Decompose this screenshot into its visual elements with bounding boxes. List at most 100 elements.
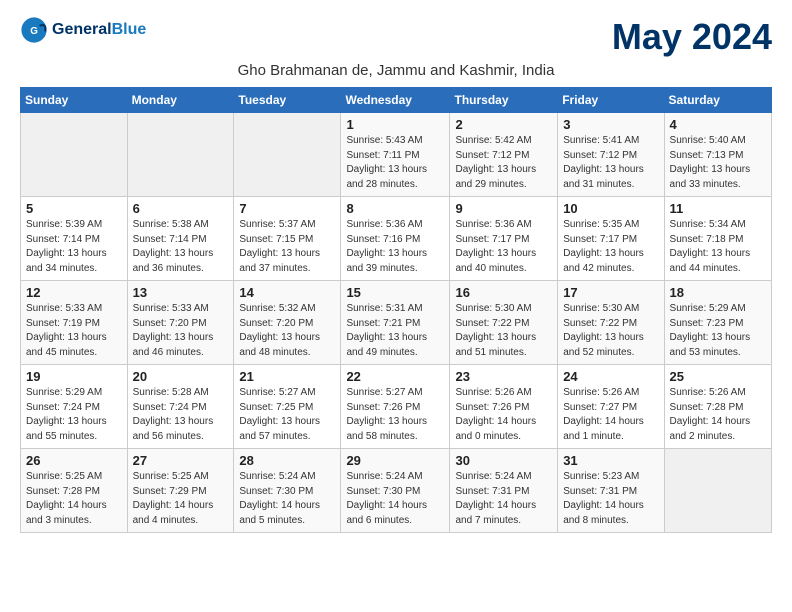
subtitle: Gho Brahmanan de, Jammu and Kashmir, Ind… bbox=[20, 62, 772, 79]
day-number: 3 bbox=[563, 117, 658, 132]
calendar: SundayMondayTuesdayWednesdayThursdayFrid… bbox=[20, 87, 772, 533]
day-info: Sunrise: 5:30 AMSunset: 7:22 PMDaylight:… bbox=[563, 302, 658, 360]
calendar-cell: 21 Sunrise: 5:27 AMSunset: 7:25 PMDayligh… bbox=[234, 365, 341, 449]
day-number: 14 bbox=[239, 285, 335, 300]
day-number: 15 bbox=[346, 285, 444, 300]
day-info: Sunrise: 5:28 AMSunset: 7:24 PMDaylight:… bbox=[133, 386, 229, 444]
day-info: Sunrise: 5:32 AMSunset: 7:20 PMDaylight:… bbox=[239, 302, 335, 360]
day-info: Sunrise: 5:43 AMSunset: 7:11 PMDaylight:… bbox=[346, 134, 444, 192]
day-info: Sunrise: 5:23 AMSunset: 7:31 PMDaylight:… bbox=[563, 470, 658, 528]
day-info: Sunrise: 5:38 AMSunset: 7:14 PMDaylight:… bbox=[133, 218, 229, 276]
month-title: May 2024 bbox=[612, 16, 772, 58]
day-info: Sunrise: 5:33 AMSunset: 7:19 PMDaylight:… bbox=[26, 302, 122, 360]
calendar-cell: 20 Sunrise: 5:28 AMSunset: 7:24 PMDayligh… bbox=[127, 365, 234, 449]
calendar-cell bbox=[21, 113, 128, 197]
day-info: Sunrise: 5:31 AMSunset: 7:21 PMDaylight:… bbox=[346, 302, 444, 360]
day-number: 9 bbox=[455, 201, 552, 216]
day-of-week-header: Monday bbox=[127, 88, 234, 113]
day-number: 11 bbox=[670, 201, 766, 216]
calendar-cell: 25 Sunrise: 5:26 AMSunset: 7:28 PMDayligh… bbox=[664, 365, 771, 449]
day-info: Sunrise: 5:24 AMSunset: 7:31 PMDaylight:… bbox=[455, 470, 552, 528]
logo-general: General bbox=[52, 21, 112, 38]
day-info: Sunrise: 5:42 AMSunset: 7:12 PMDaylight:… bbox=[455, 134, 552, 192]
day-number: 17 bbox=[563, 285, 658, 300]
day-info: Sunrise: 5:27 AMSunset: 7:26 PMDaylight:… bbox=[346, 386, 444, 444]
day-of-week-header: Saturday bbox=[664, 88, 771, 113]
day-number: 27 bbox=[133, 453, 229, 468]
day-info: Sunrise: 5:30 AMSunset: 7:22 PMDaylight:… bbox=[455, 302, 552, 360]
day-info: Sunrise: 5:34 AMSunset: 7:18 PMDaylight:… bbox=[670, 218, 766, 276]
day-of-week-header: Thursday bbox=[450, 88, 558, 113]
day-number: 4 bbox=[670, 117, 766, 132]
day-of-week-header: Sunday bbox=[21, 88, 128, 113]
day-info: Sunrise: 5:27 AMSunset: 7:25 PMDaylight:… bbox=[239, 386, 335, 444]
calendar-cell: 7 Sunrise: 5:37 AMSunset: 7:15 PMDaylight… bbox=[234, 197, 341, 281]
logo: G GeneralBlue bbox=[20, 16, 146, 44]
day-info: Sunrise: 5:37 AMSunset: 7:15 PMDaylight:… bbox=[239, 218, 335, 276]
day-number: 6 bbox=[133, 201, 229, 216]
day-number: 1 bbox=[346, 117, 444, 132]
calendar-cell: 2 Sunrise: 5:42 AMSunset: 7:12 PMDaylight… bbox=[450, 113, 558, 197]
calendar-cell bbox=[127, 113, 234, 197]
calendar-cell: 23Sunrise: 5:26 AMSunset: 7:26 PMDayligh… bbox=[450, 365, 558, 449]
day-number: 18 bbox=[670, 285, 766, 300]
day-of-week-header: Tuesday bbox=[234, 88, 341, 113]
calendar-cell: 3 Sunrise: 5:41 AMSunset: 7:12 PMDaylight… bbox=[558, 113, 664, 197]
calendar-cell: 22 Sunrise: 5:27 AMSunset: 7:26 PMDayligh… bbox=[341, 365, 450, 449]
day-number: 5 bbox=[26, 201, 122, 216]
calendar-cell: 12Sunrise: 5:33 AMSunset: 7:19 PMDayligh… bbox=[21, 281, 128, 365]
day-info: Sunrise: 5:40 AMSunset: 7:13 PMDaylight:… bbox=[670, 134, 766, 192]
calendar-cell: 6 Sunrise: 5:38 AMSunset: 7:14 PMDaylight… bbox=[127, 197, 234, 281]
day-number: 16 bbox=[455, 285, 552, 300]
svg-text:G: G bbox=[30, 26, 38, 37]
day-number: 2 bbox=[455, 117, 552, 132]
day-info: Sunrise: 5:26 AMSunset: 7:27 PMDaylight:… bbox=[563, 386, 658, 444]
day-number: 28 bbox=[239, 453, 335, 468]
day-number: 22 bbox=[346, 369, 444, 384]
day-info: Sunrise: 5:36 AMSunset: 7:16 PMDaylight:… bbox=[346, 218, 444, 276]
day-number: 13 bbox=[133, 285, 229, 300]
day-number: 10 bbox=[563, 201, 658, 216]
calendar-cell: 24 Sunrise: 5:26 AMSunset: 7:27 PMDayligh… bbox=[558, 365, 664, 449]
calendar-cell: 29Sunrise: 5:24 AMSunset: 7:30 PMDayligh… bbox=[341, 449, 450, 533]
calendar-cell: 27 Sunrise: 5:25 AMSunset: 7:29 PMDayligh… bbox=[127, 449, 234, 533]
calendar-cell: 13 Sunrise: 5:33 AMSunset: 7:20 PMDayligh… bbox=[127, 281, 234, 365]
day-info: Sunrise: 5:29 AMSunset: 7:23 PMDaylight:… bbox=[670, 302, 766, 360]
day-number: 7 bbox=[239, 201, 335, 216]
day-number: 8 bbox=[346, 201, 444, 216]
day-number: 24 bbox=[563, 369, 658, 384]
calendar-cell: 8 Sunrise: 5:36 AMSunset: 7:16 PMDaylight… bbox=[341, 197, 450, 281]
day-number: 31 bbox=[563, 453, 658, 468]
calendar-cell: 16 Sunrise: 5:30 AMSunset: 7:22 PMDayligh… bbox=[450, 281, 558, 365]
calendar-cell: 18 Sunrise: 5:29 AMSunset: 7:23 PMDayligh… bbox=[664, 281, 771, 365]
day-info: Sunrise: 5:33 AMSunset: 7:20 PMDaylight:… bbox=[133, 302, 229, 360]
calendar-cell: 10 Sunrise: 5:35 AMSunset: 7:17 PMDayligh… bbox=[558, 197, 664, 281]
day-info: Sunrise: 5:35 AMSunset: 7:17 PMDaylight:… bbox=[563, 218, 658, 276]
day-of-week-header: Wednesday bbox=[341, 88, 450, 113]
day-info: Sunrise: 5:25 AMSunset: 7:29 PMDaylight:… bbox=[133, 470, 229, 528]
calendar-cell bbox=[234, 113, 341, 197]
logo-icon: G bbox=[20, 16, 48, 44]
logo-blue: Blue bbox=[112, 21, 147, 38]
day-number: 25 bbox=[670, 369, 766, 384]
calendar-cell: 14 Sunrise: 5:32 AMSunset: 7:20 PMDayligh… bbox=[234, 281, 341, 365]
calendar-cell: 4 Sunrise: 5:40 AMSunset: 7:13 PMDaylight… bbox=[664, 113, 771, 197]
calendar-cell: 1 Sunrise: 5:43 AMSunset: 7:11 PMDaylight… bbox=[341, 113, 450, 197]
day-info: Sunrise: 5:26 AMSunset: 7:28 PMDaylight:… bbox=[670, 386, 766, 444]
day-number: 20 bbox=[133, 369, 229, 384]
day-info: Sunrise: 5:39 AMSunset: 7:14 PMDaylight:… bbox=[26, 218, 122, 276]
calendar-cell: 26 Sunrise: 5:25 AMSunset: 7:28 PMDayligh… bbox=[21, 449, 128, 533]
calendar-cell: 30 Sunrise: 5:24 AMSunset: 7:31 PMDayligh… bbox=[450, 449, 558, 533]
calendar-cell: 9 Sunrise: 5:36 AMSunset: 7:17 PMDaylight… bbox=[450, 197, 558, 281]
day-info: Sunrise: 5:36 AMSunset: 7:17 PMDaylight:… bbox=[455, 218, 552, 276]
day-number: 26 bbox=[26, 453, 122, 468]
day-number: 19 bbox=[26, 369, 122, 384]
day-info: Sunrise: 5:41 AMSunset: 7:12 PMDaylight:… bbox=[563, 134, 658, 192]
calendar-cell: 5 Sunrise: 5:39 AMSunset: 7:14 PMDaylight… bbox=[21, 197, 128, 281]
day-info: Sunrise: 5:25 AMSunset: 7:28 PMDaylight:… bbox=[26, 470, 122, 528]
calendar-cell bbox=[664, 449, 771, 533]
calendar-cell: 11 Sunrise: 5:34 AMSunset: 7:18 PMDayligh… bbox=[664, 197, 771, 281]
day-number: 21 bbox=[239, 369, 335, 384]
day-number: 30 bbox=[455, 453, 552, 468]
calendar-cell: 19Sunrise: 5:29 AMSunset: 7:24 PMDayligh… bbox=[21, 365, 128, 449]
